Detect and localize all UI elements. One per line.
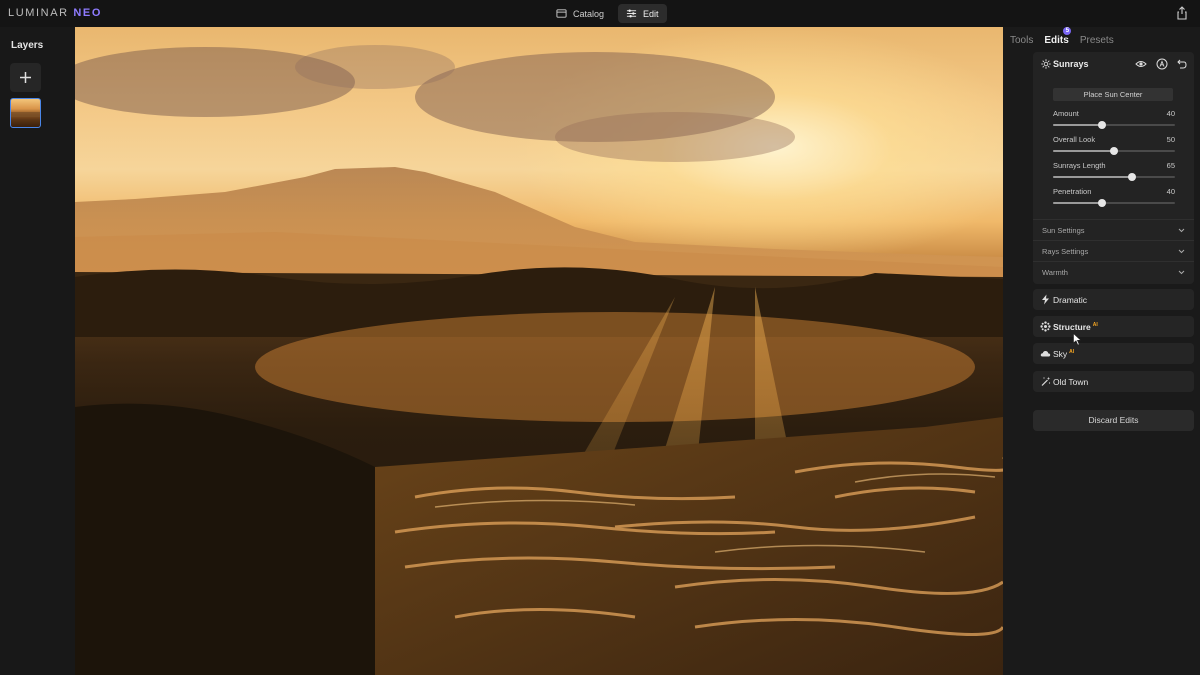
slider-label: Amount bbox=[1053, 109, 1079, 118]
rays-settings-section[interactable]: Rays Settings bbox=[1033, 240, 1194, 261]
tab-presets[interactable]: Presets bbox=[1080, 35, 1114, 46]
section-label: Rays Settings bbox=[1042, 247, 1089, 256]
overall-look-slider[interactable]: Overall Look 50 bbox=[1053, 135, 1175, 157]
sky-label: Sky bbox=[1053, 349, 1068, 359]
structure-label: Structure bbox=[1053, 322, 1091, 332]
edits-count-badge: 5 bbox=[1063, 27, 1072, 35]
place-sun-center-button[interactable]: Place Sun Center bbox=[1053, 88, 1173, 101]
slider-value: 65 bbox=[1166, 161, 1175, 170]
warmth-section[interactable]: Warmth bbox=[1033, 261, 1194, 282]
ai-icon[interactable] bbox=[1156, 58, 1168, 70]
slider-thumb[interactable] bbox=[1128, 173, 1137, 181]
landscape-photo bbox=[75, 45, 1003, 675]
chevron-down-icon bbox=[1178, 270, 1185, 275]
cloud-icon bbox=[1040, 350, 1051, 357]
chevron-down-icon bbox=[1178, 228, 1185, 233]
slider-value: 40 bbox=[1166, 187, 1175, 196]
section-label: Warmth bbox=[1042, 268, 1068, 277]
old-town-tool-card[interactable]: Old Town bbox=[1033, 371, 1194, 392]
add-layer-button[interactable] bbox=[10, 63, 41, 92]
slider-track[interactable] bbox=[1053, 121, 1175, 129]
slider-track[interactable] bbox=[1053, 173, 1175, 181]
mode-switch: Catalog Edit bbox=[548, 4, 667, 23]
sunrays-title: Sunrays bbox=[1053, 59, 1089, 69]
catalog-mode-label: Catalog bbox=[573, 8, 605, 19]
discard-edits-button[interactable]: Discard Edits bbox=[1033, 410, 1194, 431]
lightning-icon bbox=[1042, 294, 1049, 305]
catalog-mode-button[interactable]: Catalog bbox=[548, 4, 612, 23]
slider-thumb[interactable] bbox=[1097, 199, 1106, 207]
edit-mode-button[interactable]: Edit bbox=[618, 4, 667, 23]
sunrays-length-slider[interactable]: Sunrays Length 65 bbox=[1053, 161, 1175, 183]
slider-track[interactable] bbox=[1053, 147, 1175, 155]
sky-tool-card[interactable]: Sky AI bbox=[1033, 343, 1194, 364]
slider-fill bbox=[1053, 176, 1133, 178]
sunrays-icon bbox=[1041, 59, 1051, 69]
logo-accent-text: NEO bbox=[73, 7, 103, 19]
tool-title: Dramatic bbox=[1053, 295, 1088, 305]
slider-label: Penetration bbox=[1053, 187, 1092, 196]
slider-label: Overall Look bbox=[1053, 135, 1096, 144]
slider-thumb[interactable] bbox=[1110, 147, 1118, 155]
share-icon[interactable] bbox=[1176, 6, 1188, 20]
edit-sliders-icon bbox=[626, 9, 637, 18]
tab-edits[interactable]: Edits 5 bbox=[1044, 27, 1072, 46]
chevron-down-icon bbox=[1178, 249, 1185, 254]
edits-panel: Tools Edits 5 Presets Sunrays Place Sun … bbox=[1003, 27, 1200, 675]
section-label: Sun Settings bbox=[1042, 226, 1085, 235]
slider-track[interactable] bbox=[1053, 199, 1175, 207]
catalog-icon bbox=[556, 9, 567, 18]
slider-fill bbox=[1053, 150, 1114, 152]
eye-icon[interactable] bbox=[1135, 58, 1147, 70]
tool-title: Structure AI bbox=[1053, 322, 1098, 332]
slider-thumb[interactable] bbox=[1097, 121, 1106, 129]
undo-icon[interactable] bbox=[1175, 58, 1187, 70]
amount-slider[interactable]: Amount 40 bbox=[1053, 109, 1175, 131]
tab-edits-label: Edits bbox=[1044, 35, 1069, 46]
magic-wand-icon bbox=[1041, 376, 1051, 386]
app-logo: LUMINAR NEO bbox=[8, 7, 102, 19]
slider-value: 40 bbox=[1166, 109, 1175, 118]
sunrays-tool-card: Sunrays Place Sun Center Amount 40 Overa… bbox=[1033, 52, 1194, 284]
slider-value: 50 bbox=[1166, 135, 1175, 144]
structure-tool-card[interactable]: Structure AI bbox=[1033, 316, 1194, 337]
layers-title: Layers bbox=[11, 40, 44, 51]
structure-icon bbox=[1040, 321, 1051, 332]
top-bar: LUMINAR NEO Catalog Edit bbox=[0, 0, 1200, 27]
layer-thumbnail[interactable] bbox=[10, 98, 41, 128]
ai-badge: AI bbox=[1092, 322, 1098, 328]
tool-title: Old Town bbox=[1053, 377, 1089, 387]
slider-fill bbox=[1053, 202, 1102, 204]
slider-label: Sunrays Length bbox=[1053, 161, 1106, 170]
tool-title: Sky AI bbox=[1053, 349, 1074, 359]
logo-text: LUMINAR bbox=[8, 7, 69, 19]
sun-settings-section[interactable]: Sun Settings bbox=[1033, 219, 1194, 240]
sunrays-header[interactable]: Sunrays bbox=[1033, 52, 1194, 77]
photo-canvas[interactable] bbox=[75, 27, 1003, 675]
dramatic-tool-card[interactable]: Dramatic bbox=[1033, 289, 1194, 310]
layers-panel: Layers bbox=[0, 27, 75, 675]
penetration-slider[interactable]: Penetration 40 bbox=[1053, 187, 1175, 209]
slider-fill bbox=[1053, 124, 1102, 126]
ai-badge: AI bbox=[1069, 349, 1075, 355]
panel-tabs: Tools Edits 5 Presets bbox=[1010, 27, 1114, 46]
plus-icon bbox=[20, 72, 31, 83]
edit-mode-label: Edit bbox=[643, 8, 659, 19]
tab-tools[interactable]: Tools bbox=[1010, 35, 1033, 46]
